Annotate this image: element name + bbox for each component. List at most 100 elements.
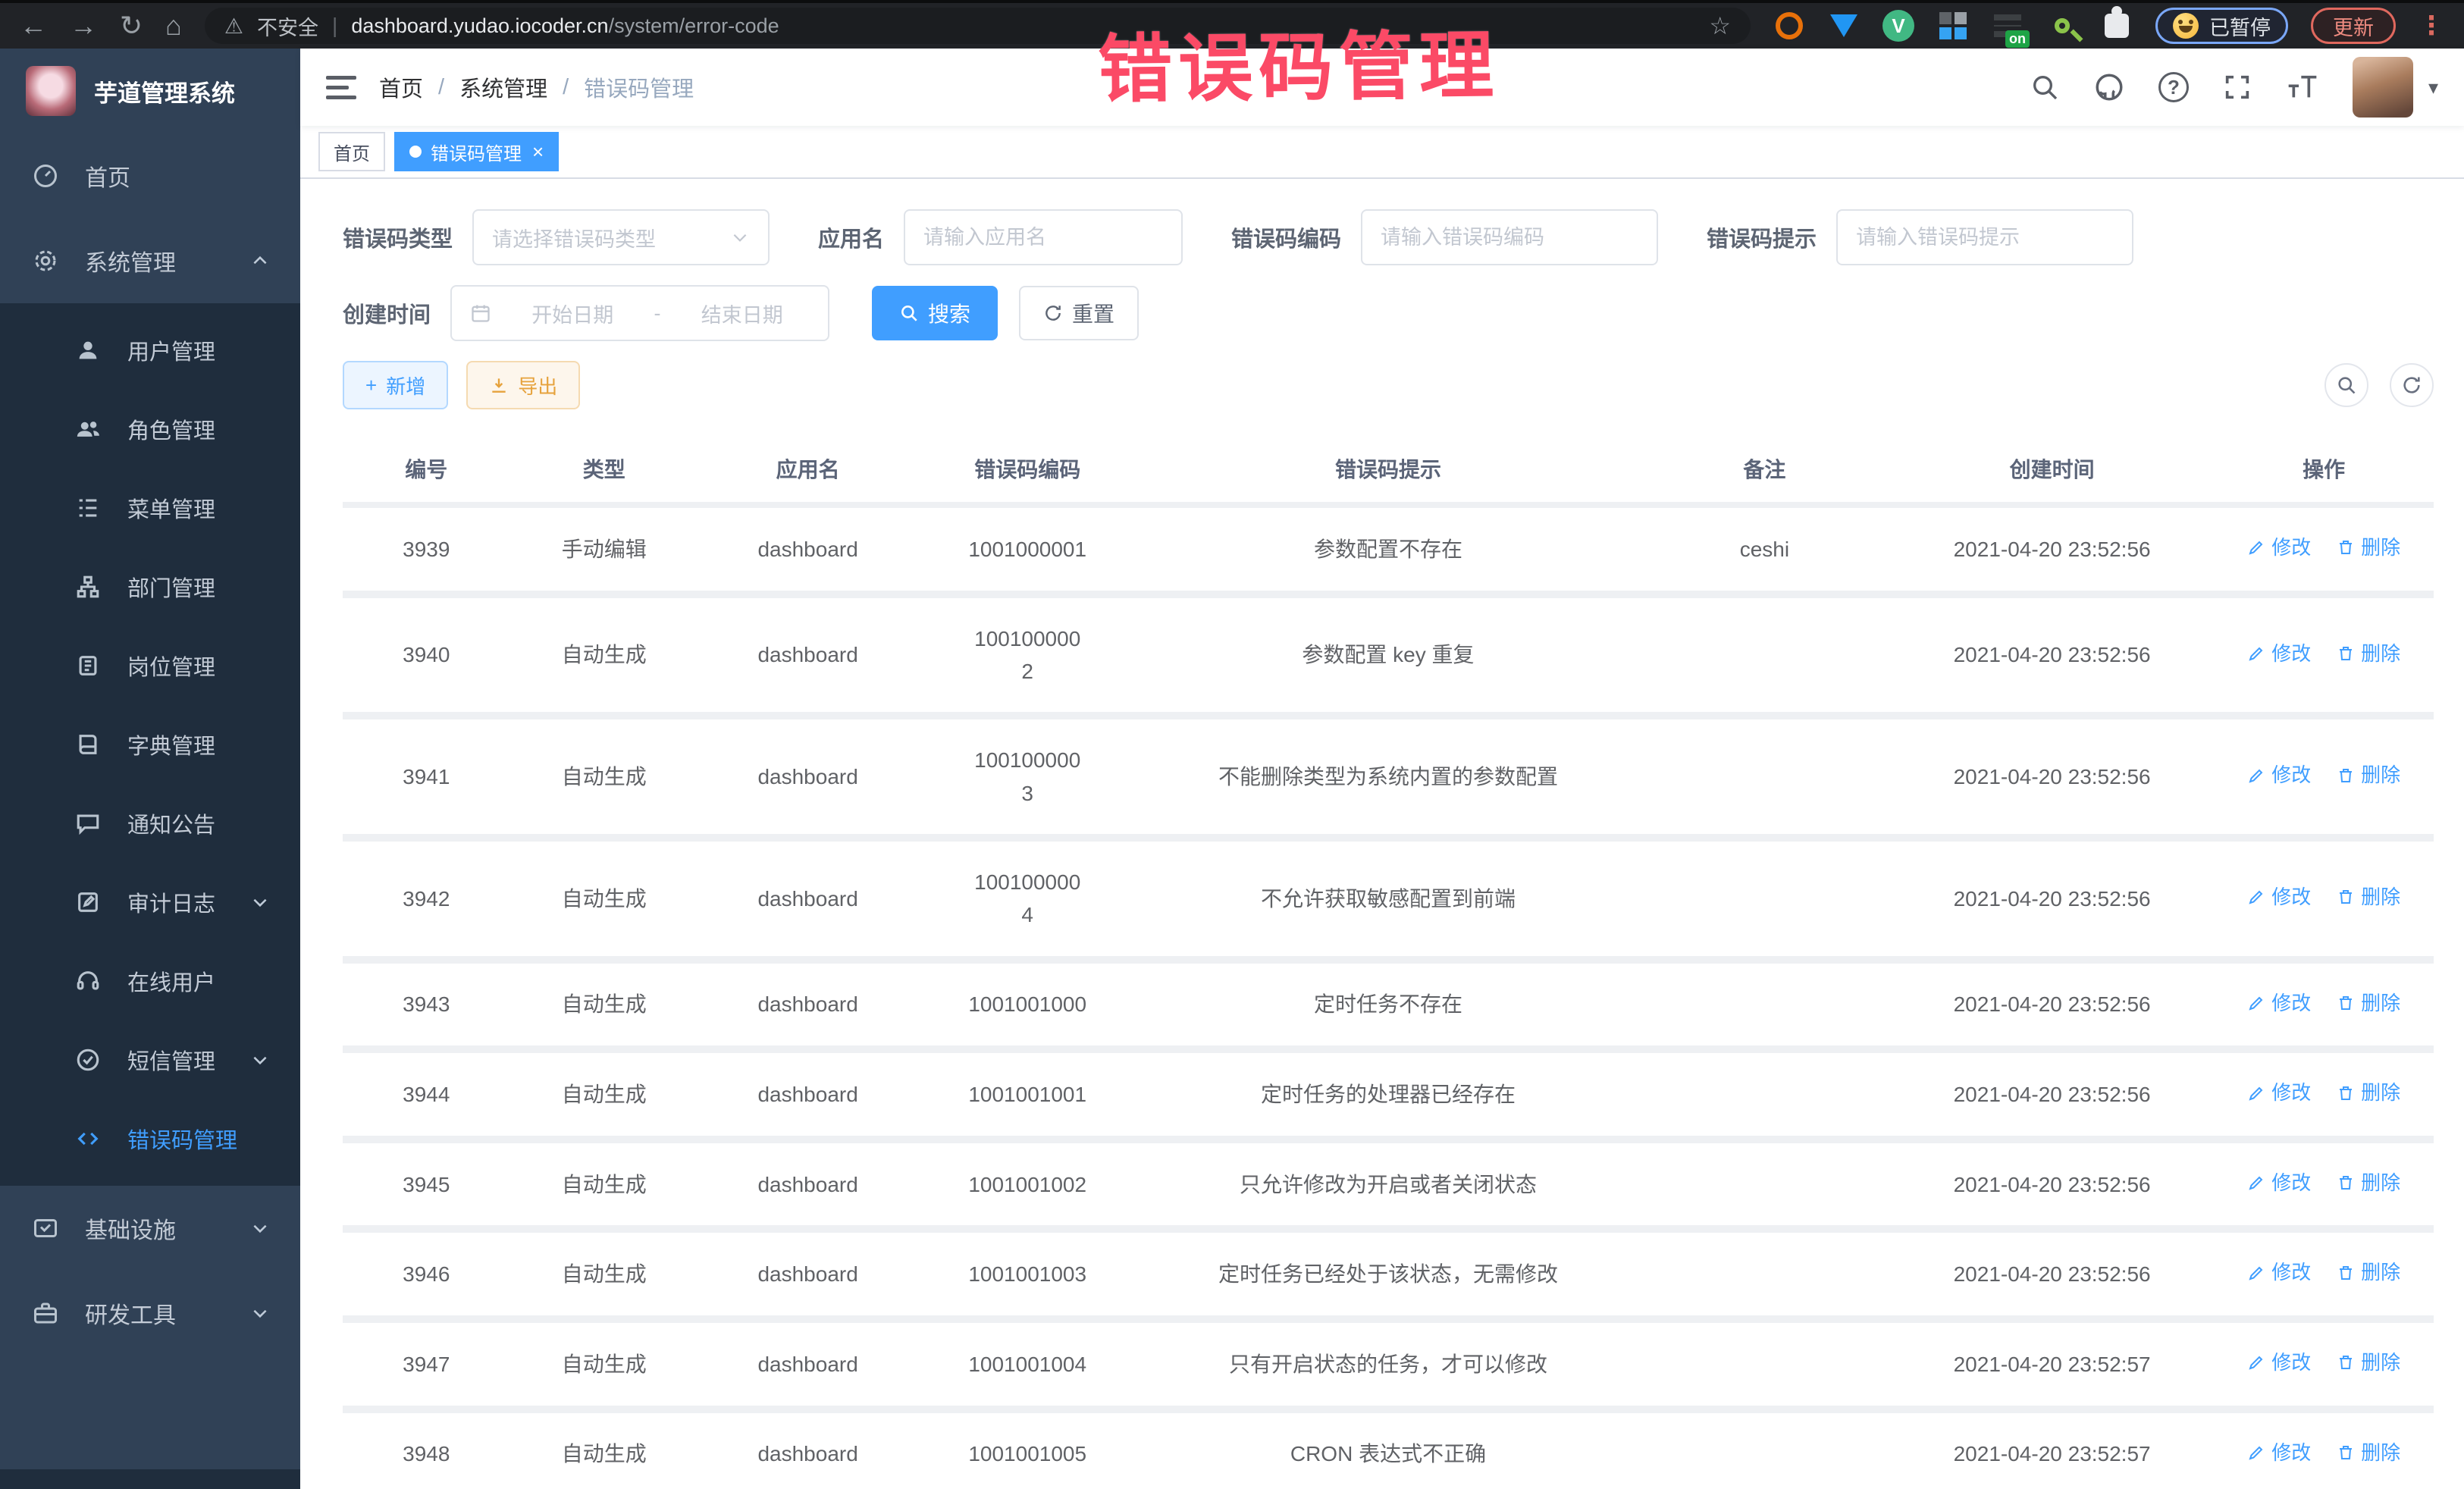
- delete-link[interactable]: 删除: [2337, 882, 2400, 912]
- breadcrumb-separator: /: [438, 75, 444, 100]
- cell-actions: 修改 删除: [2214, 594, 2434, 716]
- browser-reload-icon[interactable]: ↻: [120, 12, 143, 39]
- delete-link[interactable]: 删除: [2337, 1077, 2400, 1108]
- cell-id: 3939: [343, 505, 510, 594]
- hamburger-icon[interactable]: [326, 76, 356, 99]
- error-type-select[interactable]: 请选择错误码类型: [472, 209, 770, 265]
- sidebar-item-user-mgmt[interactable]: 用户管理: [0, 311, 300, 390]
- table-row: 3945 自动生成 dashboard 1001001002 只允许修改为开启或…: [343, 1139, 2434, 1230]
- extension-key-icon[interactable]: [2046, 10, 2078, 42]
- pencil-icon: [2247, 888, 2265, 906]
- trash-icon: [2337, 644, 2355, 663]
- fullscreen-icon[interactable]: [2222, 72, 2252, 102]
- edit-link[interactable]: 修改: [2247, 1347, 2311, 1378]
- toggle-search-icon[interactable]: [2324, 363, 2368, 407]
- sidebar-item-role-mgmt[interactable]: 角色管理: [0, 390, 300, 469]
- delete-link[interactable]: 删除: [2337, 1257, 2400, 1287]
- vue-devtools-icon[interactable]: V: [1882, 10, 1914, 42]
- cell-remark: [1639, 1139, 1890, 1230]
- avatar-caret-icon[interactable]: ▾: [2428, 76, 2438, 99]
- url-host: dashboard.yudao.iocoder.cn: [351, 14, 608, 37]
- profile-paused-chip[interactable]: 已暂停: [2155, 8, 2288, 44]
- sidebar-item-system[interactable]: 系统管理: [0, 218, 300, 303]
- message-icon: [73, 810, 103, 836]
- github-icon[interactable]: [2093, 71, 2125, 103]
- search-button-label: 搜索: [928, 298, 970, 328]
- edit-link[interactable]: 修改: [2247, 1257, 2311, 1287]
- docs-help-icon[interactable]: ?: [2158, 72, 2189, 102]
- delete-link[interactable]: 删除: [2337, 1437, 2400, 1468]
- tab-error-code[interactable]: 错误码管理 ×: [394, 132, 559, 171]
- extension-list-icon[interactable]: on: [1992, 10, 2024, 42]
- error-hint-input[interactable]: [1838, 211, 2132, 264]
- cell-type: 自动生成: [510, 1229, 698, 1319]
- error-code-input[interactable]: [1362, 211, 1657, 264]
- close-icon[interactable]: ×: [532, 140, 544, 164]
- delete-link[interactable]: 删除: [2337, 988, 2400, 1018]
- sidebar-item-notice[interactable]: 通知公告: [0, 784, 300, 863]
- sidebar-item-post-mgmt[interactable]: 岗位管理: [0, 626, 300, 705]
- edit-link[interactable]: 修改: [2247, 760, 2311, 790]
- extension-grid-icon[interactable]: [1937, 10, 1969, 42]
- edit-link[interactable]: 修改: [2247, 1168, 2311, 1198]
- breadcrumb-home[interactable]: 首页: [379, 71, 423, 103]
- search-button[interactable]: 搜索: [872, 286, 998, 340]
- refresh-icon: [1043, 303, 1063, 323]
- edit-link[interactable]: 修改: [2247, 1077, 2311, 1108]
- date-range-picker[interactable]: 开始日期 - 结束日期: [450, 285, 829, 341]
- tab-home[interactable]: 首页: [318, 132, 385, 171]
- breadcrumb-system[interactable]: 系统管理: [459, 71, 547, 103]
- delete-link[interactable]: 删除: [2337, 532, 2400, 563]
- edit-link[interactable]: 修改: [2247, 988, 2311, 1018]
- browser-update-button[interactable]: 更新: [2311, 8, 2396, 44]
- user-avatar[interactable]: [2353, 57, 2413, 118]
- address-bar[interactable]: ⚠ 不安全 | dashboard.yudao.iocoder.cn/syste…: [205, 8, 1751, 44]
- sidebar-item-dept-mgmt[interactable]: 部门管理: [0, 547, 300, 626]
- search-icon[interactable]: [2030, 72, 2060, 102]
- browser-home-icon[interactable]: ⌂: [165, 12, 182, 39]
- refresh-table-icon[interactable]: [2390, 363, 2434, 407]
- sidebar-item-dict-mgmt[interactable]: 字典管理: [0, 705, 300, 784]
- cell-time: 2021-04-20 23:52:57: [1890, 1409, 2214, 1489]
- extension-orange-icon[interactable]: [1773, 10, 1805, 42]
- trash-icon: [2337, 1084, 2355, 1102]
- extensions-puzzle-icon[interactable]: [2101, 10, 2133, 42]
- extension-gem-icon[interactable]: [1828, 10, 1860, 42]
- sidebar-item-audit-log[interactable]: 审计日志: [0, 863, 300, 942]
- col-hint: 错误码提示: [1137, 435, 1639, 505]
- sidebar-item-dev-tools[interactable]: 研发工具: [0, 1271, 300, 1356]
- sidebar-item-error-code[interactable]: 错误码管理: [0, 1099, 300, 1178]
- edit-link[interactable]: 修改: [2247, 1437, 2311, 1468]
- sidebar-item-sms-mgmt[interactable]: 短信管理: [0, 1020, 300, 1099]
- sidebar-footer-bar: [0, 1469, 300, 1489]
- export-button[interactable]: 导出: [466, 361, 580, 409]
- font-size-icon[interactable]: [2286, 72, 2319, 102]
- delete-link[interactable]: 删除: [2337, 1168, 2400, 1198]
- cell-id: 3941: [343, 716, 510, 838]
- sidebar-item-home[interactable]: 首页: [0, 133, 300, 218]
- reset-button[interactable]: 重置: [1019, 286, 1139, 340]
- edit-link[interactable]: 修改: [2247, 532, 2311, 563]
- chevron-down-icon: [730, 227, 750, 247]
- delete-link[interactable]: 删除: [2337, 1347, 2400, 1378]
- browser-back-icon[interactable]: ←: [20, 12, 47, 39]
- app-name-input[interactable]: [905, 211, 1181, 264]
- edit-link[interactable]: 修改: [2247, 638, 2311, 669]
- delete-link[interactable]: 删除: [2337, 638, 2400, 669]
- cell-hint: 定时任务已经处于该状态，无需修改: [1137, 1229, 1639, 1319]
- bookmark-star-icon[interactable]: ☆: [1709, 11, 1731, 40]
- cell-remark: [1639, 1409, 1890, 1489]
- sidebar-item-infrastructure[interactable]: 基础设施: [0, 1186, 300, 1271]
- app-frame: 芋道管理系统 首页 系统管理 用户管理: [0, 49, 2464, 1489]
- edit-link[interactable]: 修改: [2247, 882, 2311, 912]
- delete-link[interactable]: 删除: [2337, 760, 2400, 790]
- browser-menu-kebab-icon[interactable]: ⋮: [2419, 11, 2444, 41]
- add-button[interactable]: + 新增: [343, 361, 448, 409]
- filter-time: 创建时间 开始日期 - 结束日期: [343, 285, 829, 341]
- cell-code: 1001000002: [917, 594, 1137, 716]
- browser-forward-icon[interactable]: →: [70, 12, 97, 39]
- filter-app-label: 应用名: [818, 221, 884, 253]
- sidebar-item-menu-mgmt[interactable]: 菜单管理: [0, 469, 300, 547]
- sidebar-item-online-users[interactable]: 在线用户: [0, 942, 300, 1020]
- pencil-icon: [2247, 1174, 2265, 1192]
